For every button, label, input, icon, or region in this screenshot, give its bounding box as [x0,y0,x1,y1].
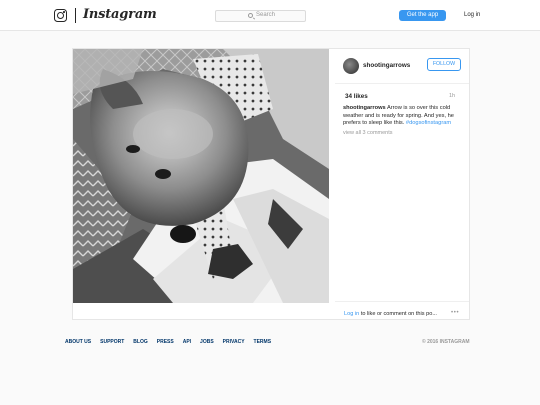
footer-link-about[interactable]: ABOUT US [65,339,91,345]
top-navigation-bar: Instagram Search Get the app Log in [0,0,540,31]
post-photo[interactable] [73,49,329,303]
post-caption: shootingarrows Arrow is so over this col… [343,105,463,128]
post-time[interactable]: 1h [449,93,455,99]
login-link[interactable]: Log in [464,12,480,18]
comment-prompt-text: to like or comment on this po... [360,311,437,317]
footer-link-terms[interactable]: TERMS [254,339,272,345]
caption-hashtag[interactable]: #dogsofinstagram [406,120,451,126]
post-header: shootingarrows FOLLOW [335,49,469,84]
comment-area: Log in to like or comment on this po... … [335,301,469,319]
search-input[interactable]: Search [215,10,306,22]
logo-divider [75,8,76,23]
search-icon [248,13,253,18]
caption-username[interactable]: shootingarrows [343,105,386,111]
view-all-comments-link[interactable]: view all 3 comments [343,130,393,136]
comment-prompt: Log in to like or comment on this po... [344,311,437,317]
instagram-wordmark[interactable]: Instagram [83,7,157,22]
instagram-camera-icon[interactable] [54,9,67,22]
post-card: shootingarrows FOLLOW 34 likes 1h shooti… [72,48,470,320]
footer-link-press[interactable]: PRESS [157,339,174,345]
dog-blanket-photo [73,49,329,303]
footer-link-api[interactable]: API [183,339,191,345]
copyright: © 2016 INSTAGRAM [422,339,470,345]
footer-link-support[interactable]: SUPPORT [100,339,124,345]
more-options-icon[interactable]: • • • [451,310,459,316]
search-placeholder: Search [256,12,276,18]
footer-link-privacy[interactable]: PRIVACY [223,339,245,345]
footer-link-jobs[interactable]: JOBS [200,339,214,345]
post-sidebar: shootingarrows FOLLOW 34 likes 1h shooti… [335,49,469,319]
footer-link-blog[interactable]: BLOG [133,339,147,345]
comment-login-link[interactable]: Log in [344,311,359,317]
avatar[interactable] [343,58,359,74]
get-the-app-button[interactable]: Get the app [399,10,446,21]
post-username[interactable]: shootingarrows [363,62,410,69]
footer-nav: ABOUT US SUPPORT BLOG PRESS API JOBS PRI… [65,339,271,345]
likes-count[interactable]: 34 likes [345,93,368,100]
follow-button[interactable]: FOLLOW [427,58,461,71]
